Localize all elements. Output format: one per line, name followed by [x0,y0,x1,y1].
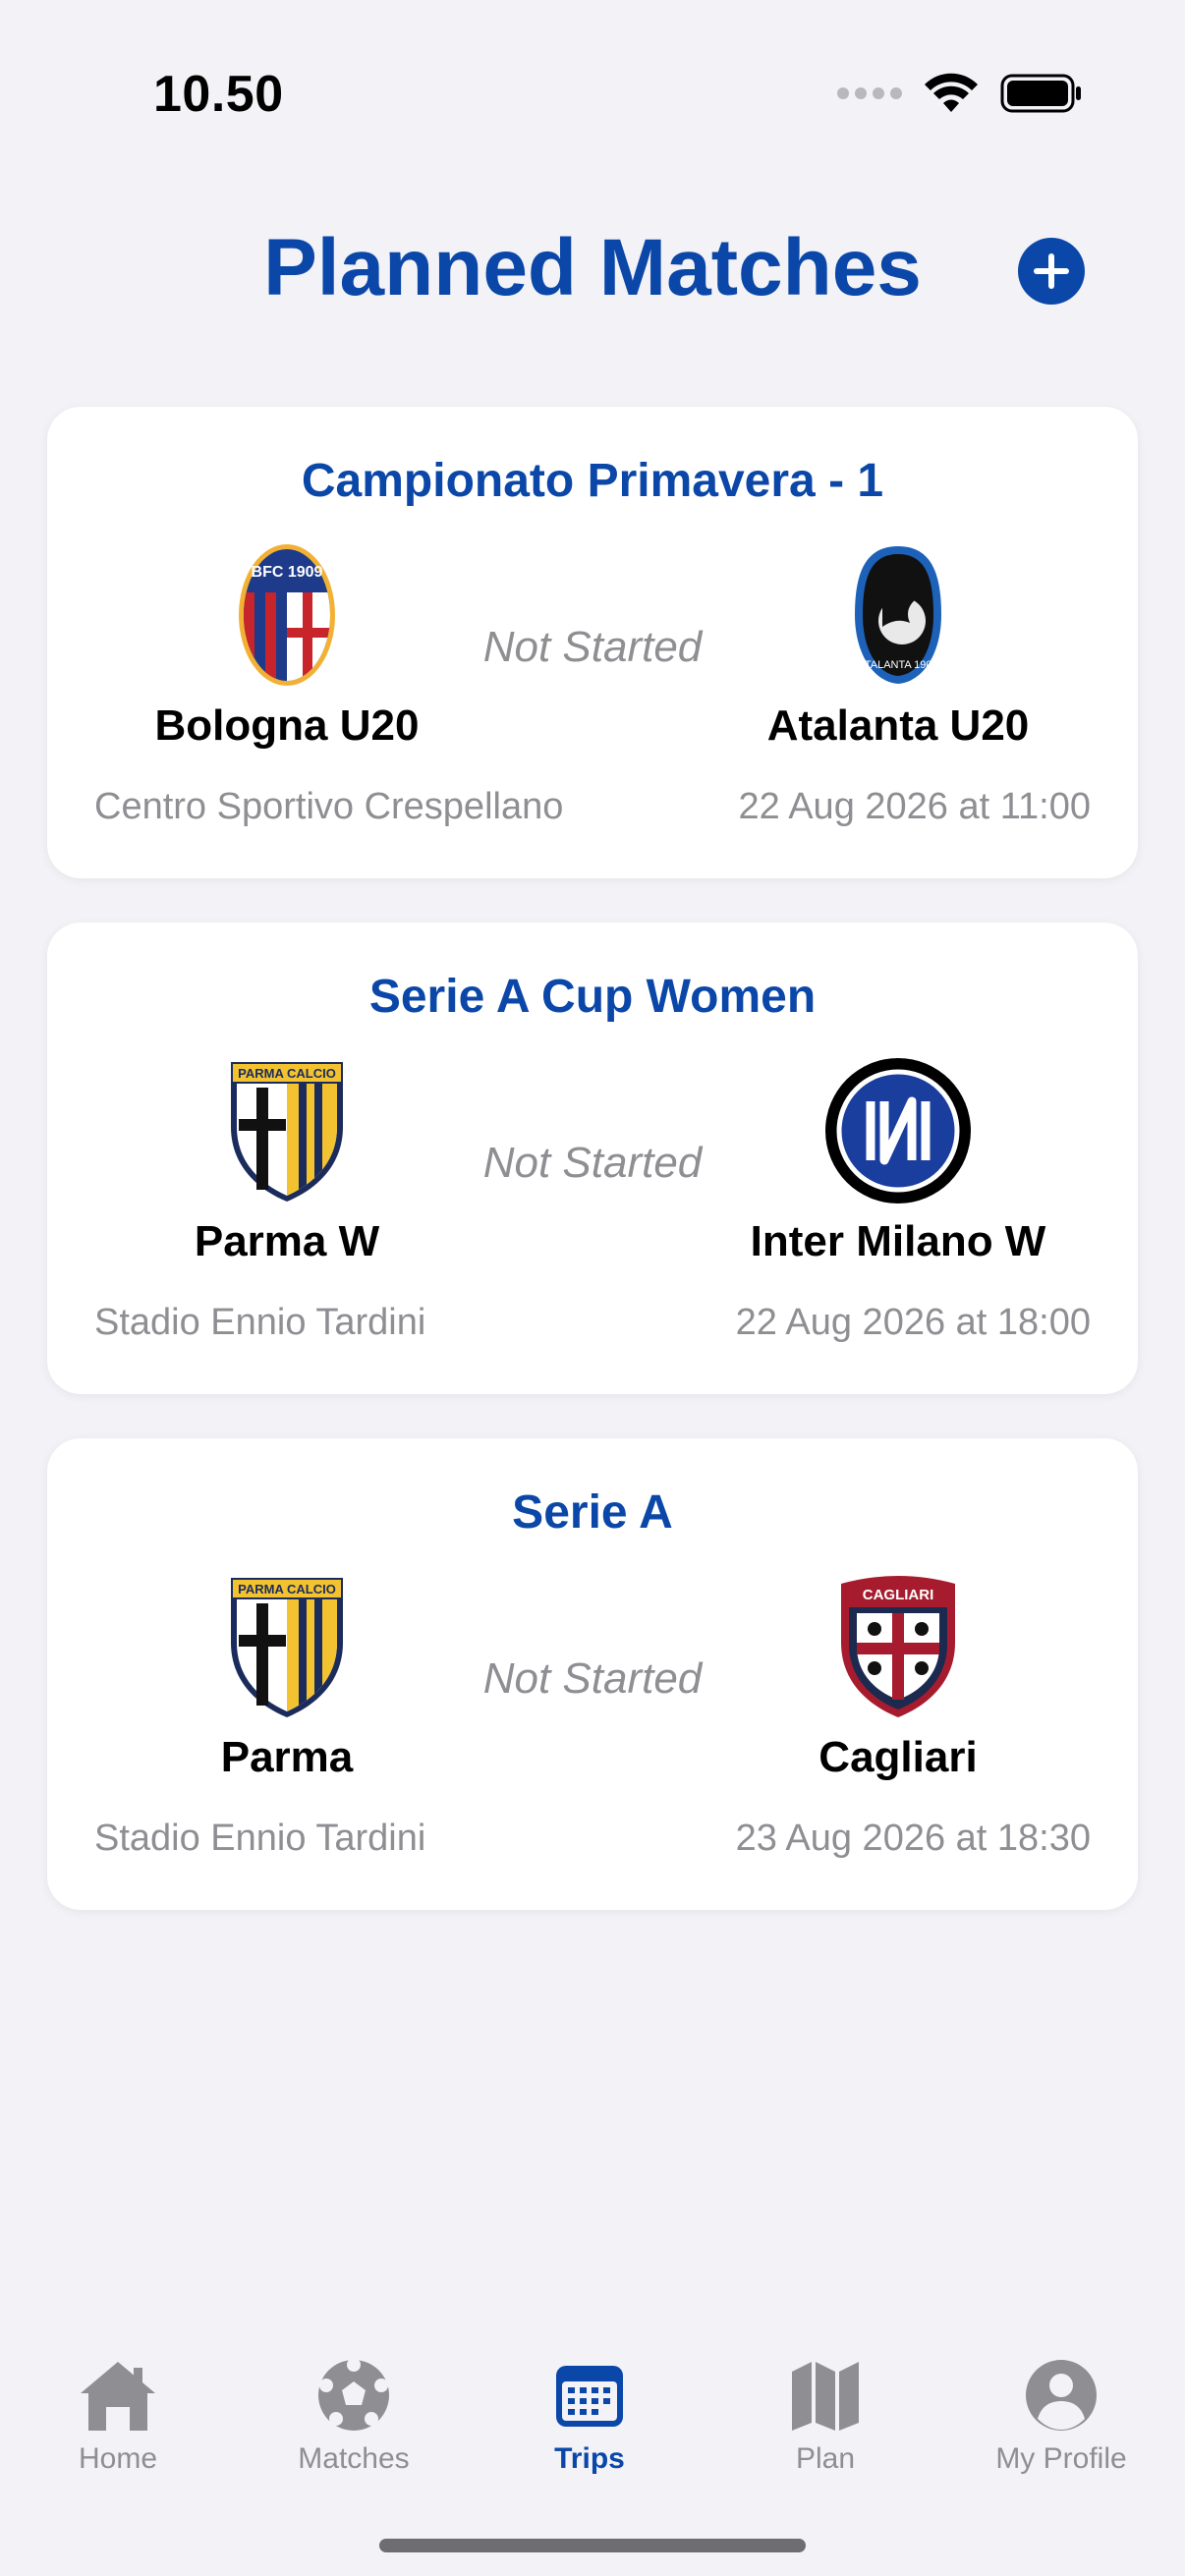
calendar-icon [556,2366,623,2427]
status-bar: 10.50 [0,0,1185,177]
cagliari-crest-text: CAGLIARI [863,1587,934,1603]
away-team-name: Inter Milano W [750,1217,1046,1265]
match-venue: Stadio Ennio Tardini [94,1818,426,1859]
cellular-signal-icon [837,87,902,99]
match-card[interactable]: Serie A PARMA CALCIO Not Started CAGLIAR… [47,1438,1138,1910]
planned-matches-screen: 10.50 Planned Matches Campionato Primave… [0,0,1185,2576]
home-team-name: Parma W [194,1217,380,1265]
match-datetime: 23 Aug 2026 at 18:30 [735,1818,1091,1859]
competition-name: Serie A [512,1486,673,1539]
status-icons [837,73,1083,114]
away-team-name: Atalanta U20 [766,701,1030,750]
battery-icon [1000,74,1081,113]
competition-name: Serie A Cup Women [368,971,817,1023]
tab-home[interactable]: Home [0,2346,236,2493]
atalanta-crest-text: ATALANTA 1907 [858,659,937,671]
map-icon [792,2362,859,2431]
home-indicator[interactable] [379,2539,806,2552]
tab-trips[interactable]: Trips [472,2346,707,2493]
status-time: 10.50 [153,66,284,123]
soccer-ball-icon [318,2358,389,2431]
parma-crest-text: PARMA CALCIO [238,1582,336,1596]
match-datetime: 22 Aug 2026 at 18:00 [735,1302,1091,1343]
add-match-button[interactable] [1018,238,1085,305]
tab-my-profile[interactable]: My Profile [943,2346,1179,2493]
home-team-name: Bologna U20 [154,701,420,750]
plus-circle-icon [1034,253,1069,289]
parma-crest-text: PARMA CALCIO [238,1066,336,1081]
away-team-name: Cagliari [818,1733,978,1781]
wifi-icon [925,73,978,112]
inter-crest-icon: IM [819,1052,977,1209]
inter-crest-text: IM [897,1199,898,1201]
match-venue: Centro Sportivo Crespellano [94,786,564,827]
bologna-crest-text: BFC 1909 [252,564,323,581]
tab-plan[interactable]: Plan [707,2346,943,2493]
cagliari-crest-icon: CAGLIARI [819,1568,977,1725]
tab-label: Trips [554,2442,625,2475]
tab-label: My Profile [995,2442,1127,2475]
page-title: Planned Matches [263,223,922,312]
person-circle-icon [1026,2360,1097,2431]
competition-name: Campionato Primavera - 1 [301,455,884,507]
header: Planned Matches [0,216,1185,334]
match-list: Campionato Primavera - 1 BFC 1909 Not St… [47,407,1138,1954]
house-icon [81,2362,155,2431]
tab-matches[interactable]: Matches [236,2346,472,2493]
tab-label: Home [78,2442,158,2475]
match-venue: Stadio Ennio Tardini [94,1302,426,1343]
home-team-name: Parma [220,1733,354,1781]
tab-label: Matches [298,2442,410,2475]
atalanta-crest-icon: ATALANTA 1907 [819,536,977,694]
match-datetime: 22 Aug 2026 at 11:00 [738,786,1091,827]
match-card[interactable]: Campionato Primavera - 1 BFC 1909 Not St… [47,407,1138,878]
tab-label: Plan [795,2442,856,2475]
match-card[interactable]: Serie A Cup Women PARMA CALCIO Not Start… [47,923,1138,1394]
